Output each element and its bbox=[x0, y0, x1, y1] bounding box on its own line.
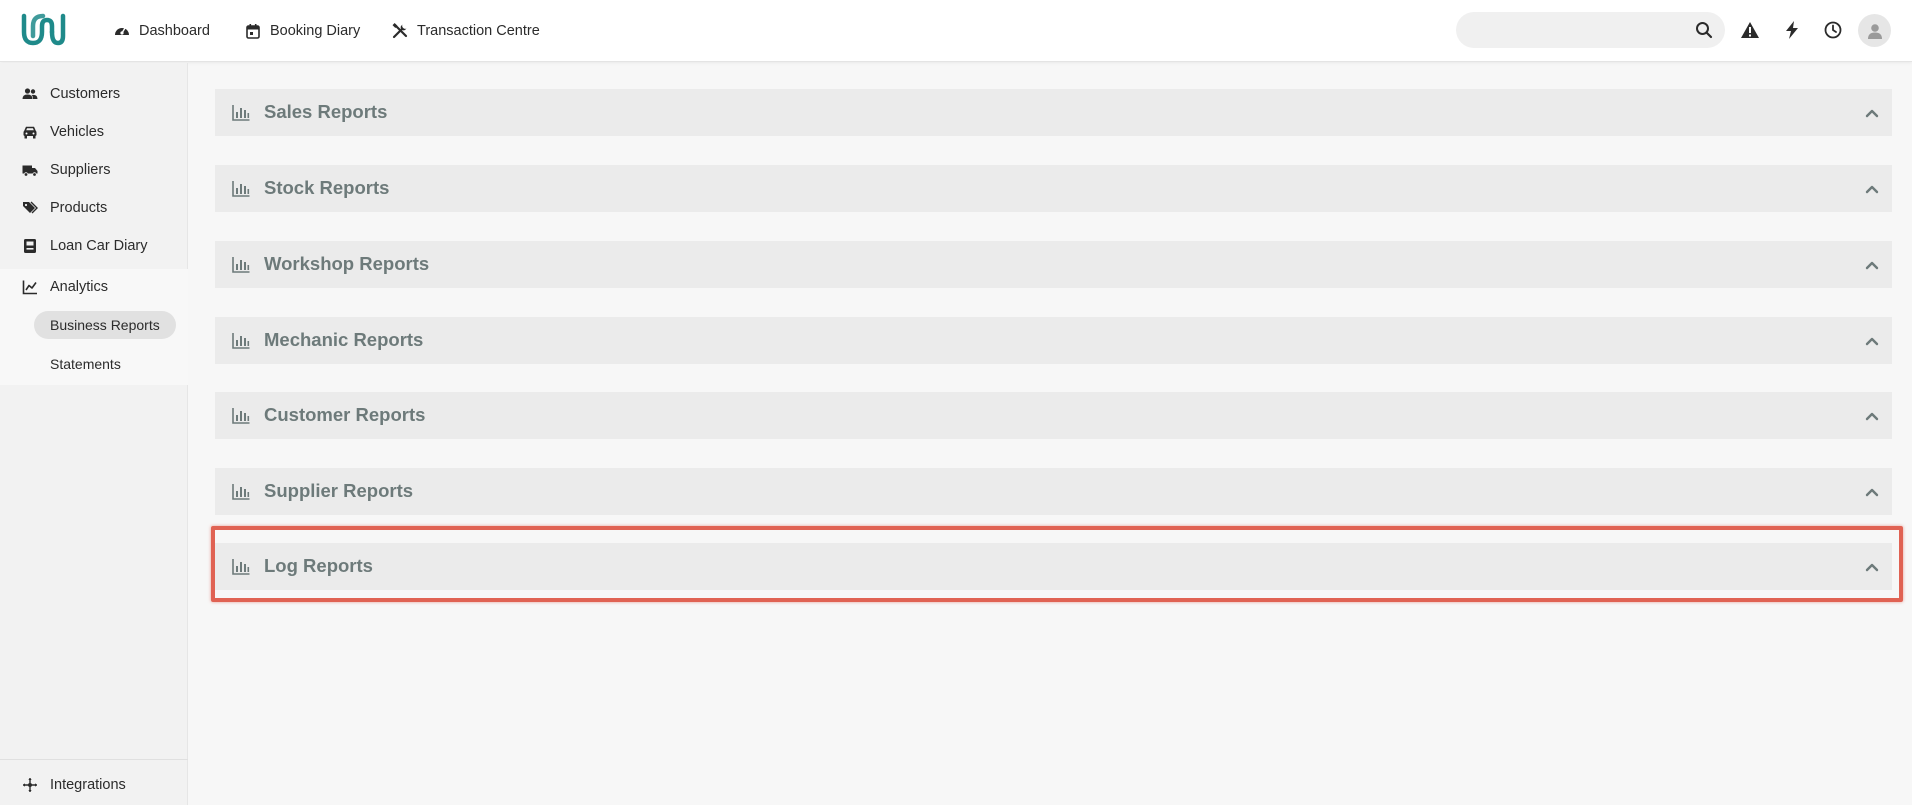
chart-line-icon bbox=[22, 280, 37, 295]
sidebar-item-label: Loan Car Diary bbox=[50, 238, 148, 254]
sidebar-subitem-business-reports[interactable]: Business Reports bbox=[34, 311, 176, 339]
report-panel-stock[interactable]: Stock Reports bbox=[215, 165, 1892, 212]
search-box bbox=[1456, 12, 1725, 48]
search-icon[interactable] bbox=[1695, 21, 1713, 39]
report-panel-title: Sales Reports bbox=[264, 101, 388, 122]
report-panel-title: Mechanic Reports bbox=[264, 329, 424, 350]
tools-icon bbox=[392, 23, 408, 39]
clock-icon[interactable] bbox=[1823, 20, 1843, 40]
avatar[interactable] bbox=[1858, 14, 1891, 47]
report-panel-customer[interactable]: Customer Reports bbox=[215, 392, 1892, 439]
chevron-up-icon[interactable] bbox=[1864, 559, 1880, 575]
sidebar-item-label: Suppliers bbox=[50, 162, 111, 178]
chevron-up-icon[interactable] bbox=[1864, 333, 1880, 349]
report-panel-supplier[interactable]: Supplier Reports bbox=[215, 468, 1892, 515]
bar-chart-icon bbox=[232, 408, 250, 424]
sidebar-item-label: Products bbox=[50, 200, 108, 216]
sidebar-item-integrations[interactable]: Integrations bbox=[0, 767, 188, 803]
report-panel-title: Stock Reports bbox=[264, 177, 390, 198]
chevron-up-icon[interactable] bbox=[1864, 257, 1880, 273]
bar-chart-icon bbox=[232, 333, 250, 349]
sidebar-item-label: Analytics bbox=[50, 279, 109, 295]
tags-icon bbox=[23, 201, 38, 214]
bar-chart-icon bbox=[232, 257, 250, 273]
nav-dashboard[interactable]: Dashboard bbox=[114, 20, 210, 42]
bar-chart-icon bbox=[232, 484, 250, 500]
sidebar-item-label: Integrations bbox=[50, 777, 126, 793]
report-panel-mechanic[interactable]: Mechanic Reports bbox=[215, 317, 1892, 364]
lightning-icon[interactable] bbox=[1782, 20, 1802, 40]
users-icon bbox=[22, 88, 38, 99]
nav-transaction-centre-label: Transaction Centre bbox=[417, 23, 540, 39]
report-panel-title: Log Reports bbox=[264, 555, 373, 576]
integrations-icon bbox=[23, 778, 37, 792]
truck-icon bbox=[22, 165, 38, 177]
sidebar-divider bbox=[0, 759, 188, 760]
gauge-icon bbox=[115, 27, 129, 35]
sidebar-item-label: Vehicles bbox=[50, 124, 105, 140]
search-input[interactable] bbox=[1470, 20, 1680, 40]
sidebar-item-vehicles[interactable]: Vehicles bbox=[0, 114, 188, 150]
user-icon bbox=[1867, 23, 1882, 39]
report-panel-title: Customer Reports bbox=[264, 404, 426, 425]
chevron-up-icon[interactable] bbox=[1864, 484, 1880, 500]
sidebar-item-customers[interactable]: Customers bbox=[0, 76, 188, 112]
sidebar-item-analytics[interactable]: Analytics bbox=[0, 269, 188, 305]
sidebar-item-suppliers[interactable]: Suppliers bbox=[0, 152, 188, 188]
nav-transaction-centre[interactable]: Transaction Centre bbox=[392, 20, 540, 42]
report-panel-workshop[interactable]: Workshop Reports bbox=[215, 241, 1892, 288]
report-panel-title: Workshop Reports bbox=[264, 253, 430, 274]
sidebar-item-products[interactable]: Products bbox=[0, 190, 188, 226]
calendar-icon bbox=[246, 24, 260, 39]
car-icon bbox=[23, 126, 37, 139]
bar-chart-icon bbox=[232, 181, 250, 197]
sidebar: Customers Vehicles Suppliers Products Lo… bbox=[0, 63, 188, 805]
analytics-group: Analytics Business Reports Statements bbox=[0, 269, 188, 385]
bar-chart-icon bbox=[232, 105, 250, 121]
app-logo[interactable] bbox=[20, 12, 66, 48]
sidebar-subitem-statements[interactable]: Statements bbox=[34, 350, 137, 378]
top-bar: Dashboard Booking Diary Transaction Cent… bbox=[0, 0, 1912, 62]
nav-booking-diary[interactable]: Booking Diary bbox=[245, 20, 360, 42]
chevron-up-icon[interactable] bbox=[1864, 408, 1880, 424]
bar-chart-icon bbox=[232, 559, 250, 575]
report-panel-log[interactable]: Log Reports bbox=[215, 543, 1892, 590]
chevron-up-icon[interactable] bbox=[1864, 105, 1880, 121]
diary-icon bbox=[24, 239, 36, 253]
nav-dashboard-label: Dashboard bbox=[139, 23, 210, 39]
sidebar-item-label: Customers bbox=[50, 86, 121, 102]
sidebar-item-loan-car-diary[interactable]: Loan Car Diary bbox=[0, 228, 188, 264]
report-panel-title: Supplier Reports bbox=[264, 480, 414, 501]
warning-icon[interactable] bbox=[1740, 20, 1760, 40]
chevron-up-icon[interactable] bbox=[1864, 181, 1880, 197]
report-panel-sales[interactable]: Sales Reports bbox=[215, 89, 1892, 136]
nav-booking-diary-label: Booking Diary bbox=[270, 23, 361, 39]
